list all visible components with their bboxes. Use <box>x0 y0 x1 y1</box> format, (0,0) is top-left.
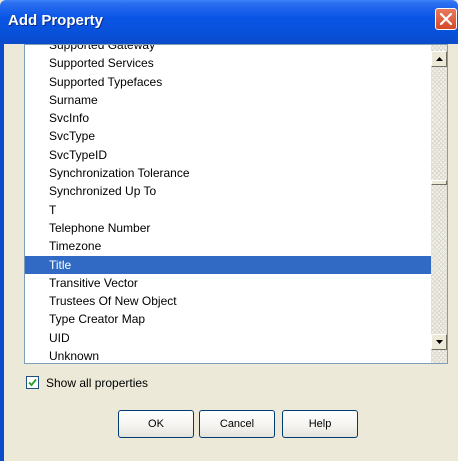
list-item[interactable]: Title <box>25 255 431 274</box>
close-icon <box>440 13 452 25</box>
list-item[interactable]: SvcTypeID <box>25 146 431 164</box>
list-item[interactable]: Supported Services <box>25 54 431 72</box>
list-item[interactable]: Supported Typefaces <box>25 73 431 91</box>
list-item[interactable]: SvcType <box>25 127 431 145</box>
cancel-button[interactable]: Cancel <box>199 410 275 438</box>
down-arrow-icon <box>436 340 443 344</box>
vertical-scrollbar[interactable] <box>431 45 447 363</box>
scroll-up-button[interactable] <box>431 51 447 67</box>
property-list-items: Supported Gateway Supported Services Suppo… <box>25 45 431 363</box>
list-item[interactable]: Synchronized Up To <box>25 182 431 200</box>
show-all-properties-checkbox[interactable] <box>26 376 39 389</box>
list-item[interactable]: Supported Gateway <box>25 45 431 54</box>
close-button[interactable] <box>435 8 457 30</box>
title-bar: Add Property <box>0 0 458 44</box>
list-item[interactable]: Transitive Vector <box>25 274 431 292</box>
list-item[interactable]: UID <box>25 329 431 347</box>
list-item[interactable]: Telephone Number <box>25 219 431 237</box>
list-item[interactable]: Unknown <box>25 347 431 363</box>
list-item[interactable]: Timezone <box>25 237 431 255</box>
add-property-dialog: Add Property Supported Gateway Supported … <box>0 0 458 461</box>
list-item[interactable]: Surname <box>25 91 431 109</box>
up-arrow-icon <box>436 57 443 61</box>
ok-button[interactable]: OK <box>118 410 194 438</box>
window-frame-edge <box>0 44 4 461</box>
help-button[interactable]: Help <box>282 410 358 438</box>
show-all-properties-label: Show all properties <box>46 376 149 390</box>
scroll-down-button[interactable] <box>431 334 447 350</box>
list-item[interactable]: T <box>25 201 431 219</box>
list-item[interactable]: SvcInfo <box>25 109 431 127</box>
property-list[interactable]: Supported Gateway Supported Services Suppo… <box>24 44 448 364</box>
dialog-title: Add Property <box>8 12 104 29</box>
list-item[interactable]: Synchronization Tolerance <box>25 164 431 182</box>
list-item[interactable]: Type Creator Map <box>25 310 431 328</box>
scroll-thumb[interactable] <box>431 180 447 185</box>
checkmark-icon <box>28 378 37 387</box>
list-item[interactable]: Trustees Of New Object <box>25 292 431 310</box>
